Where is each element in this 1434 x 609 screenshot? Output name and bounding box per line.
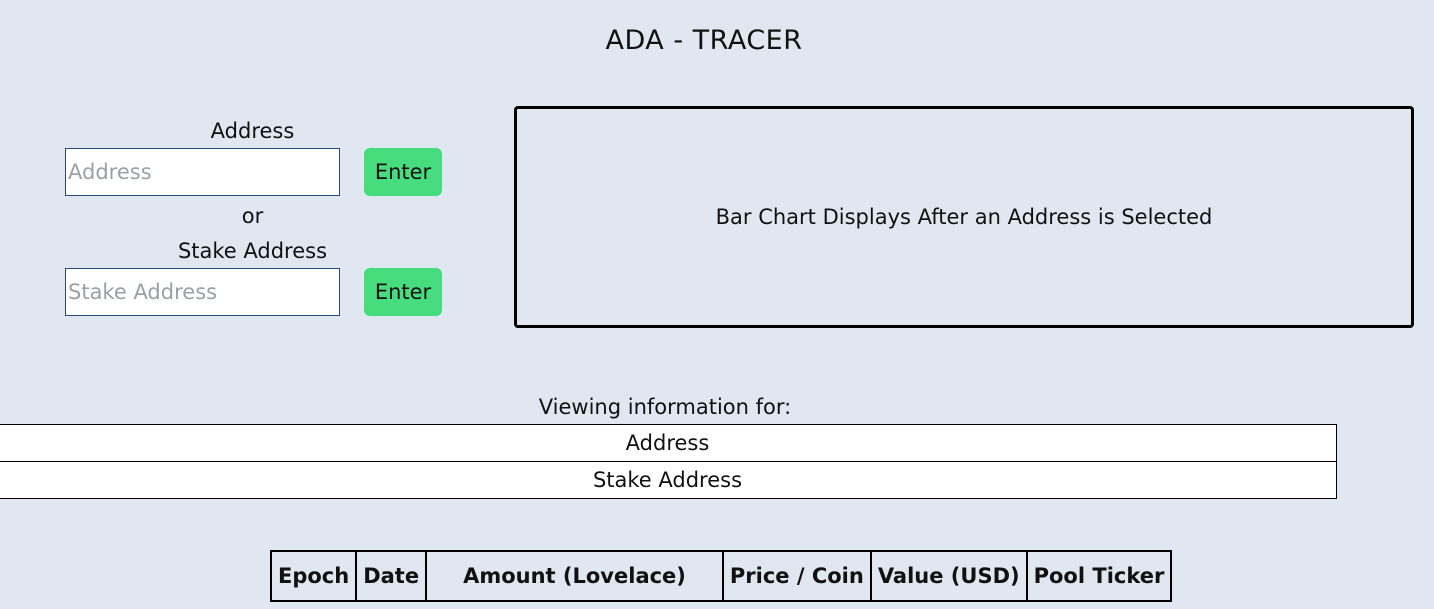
viewing-stake-address-row: Stake Address [0,461,1337,499]
viewing-address-row: Address [0,424,1337,462]
or-separator: or [241,204,264,228]
stake-address-enter-button[interactable]: Enter [364,268,442,316]
column-header-amount: Amount (Lovelace) [425,550,724,602]
rewards-table-header-row: Epoch Date Amount (Lovelace) Price / Coi… [269,550,1173,602]
bar-chart-placeholder-message: Bar Chart Displays After an Address is S… [715,205,1213,229]
stake-address-label: Stake Address [177,239,328,263]
column-header-price: Price / Coin [721,550,872,602]
column-header-pool-ticker: Pool Ticker [1025,550,1173,602]
column-header-epoch: Epoch [269,550,358,602]
viewing-info-label: Viewing information for: [538,395,792,419]
address-enter-button[interactable]: Enter [364,148,442,196]
address-input[interactable] [65,148,340,196]
address-label: Address [210,119,295,143]
stake-address-input[interactable] [65,268,340,316]
page-title: ADA - TRACER [605,25,803,56]
column-header-date: Date [355,550,428,602]
column-header-value: Value (USD) [869,550,1028,602]
viewing-stake-address-value: Stake Address [0,461,1337,499]
viewing-address-value: Address [0,424,1337,462]
page: ADA - TRACER Address Enter or Stake Addr… [0,0,1434,609]
rewards-table: Epoch Date Amount (Lovelace) Price / Coi… [269,550,1173,602]
bar-chart-panel: Bar Chart Displays After an Address is S… [514,106,1414,328]
viewing-info-table: Address Stake Address [0,424,1337,499]
